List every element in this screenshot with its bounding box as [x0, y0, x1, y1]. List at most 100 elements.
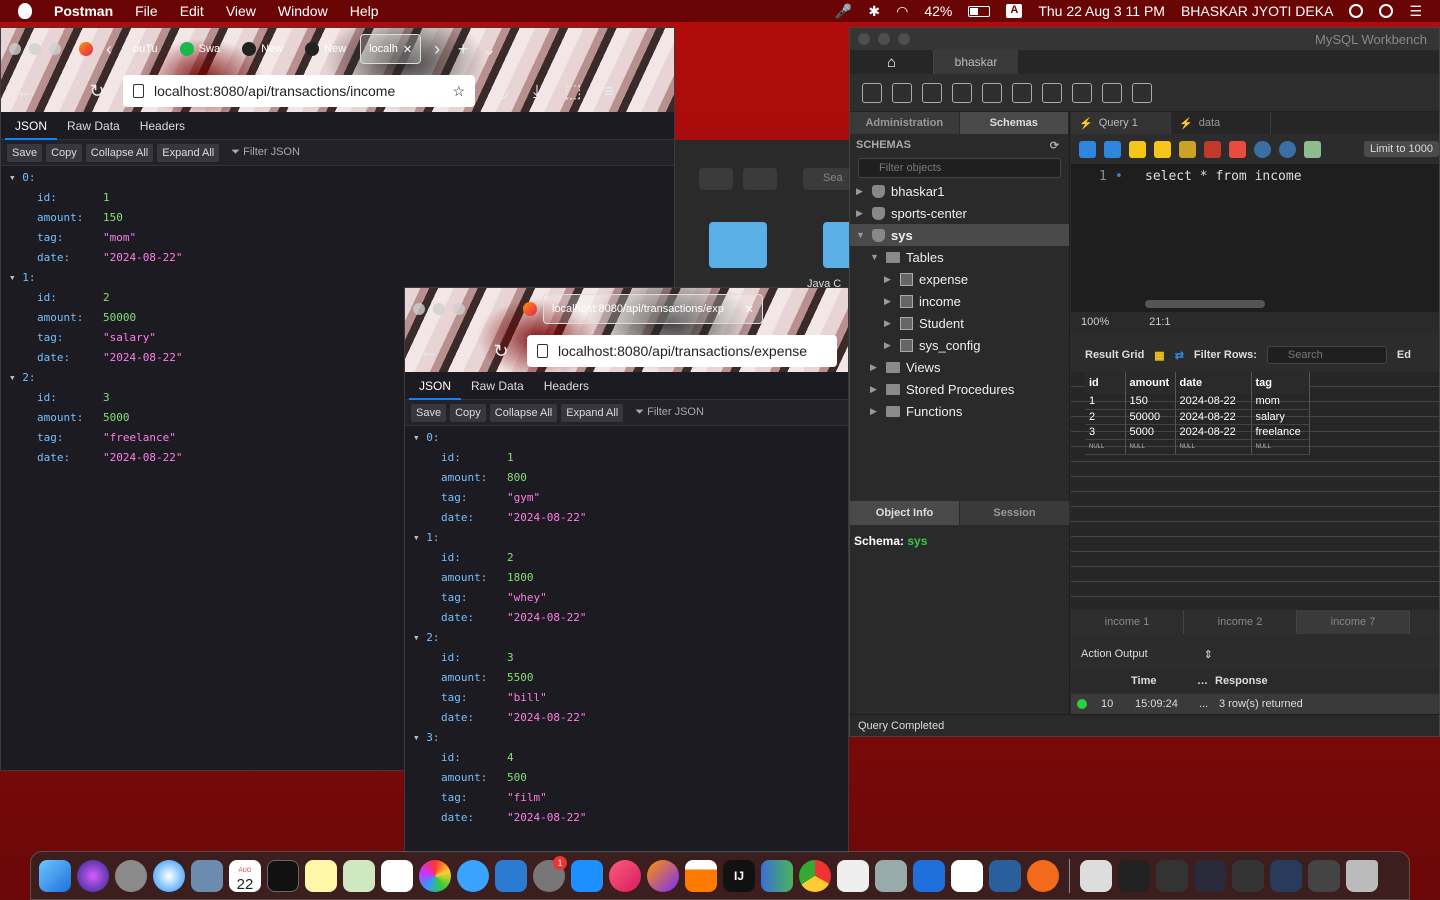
tab-localhost[interactable]: localh ✕: [360, 34, 422, 64]
collapse-all-button[interactable]: Collapse All: [85, 143, 154, 162]
tab-object-info[interactable]: Object Info: [850, 501, 960, 525]
grid-cell[interactable]: 50000: [1125, 409, 1176, 425]
filter-json-input[interactable]: ⏷ Filter JSON: [231, 146, 300, 159]
keynote-icon[interactable]: [495, 859, 527, 892]
grid-cell[interactable]: 3: [1085, 424, 1126, 440]
mysql-workbench-icon[interactable]: [989, 859, 1021, 892]
json-array-index[interactable]: 0:: [405, 428, 848, 448]
music-icon[interactable]: [609, 859, 641, 892]
finder-icon[interactable]: [39, 859, 71, 892]
control-center-icon[interactable]: ☰: [1409, 3, 1422, 20]
calendar-icon[interactable]: AUG 22: [229, 859, 261, 892]
tab-session[interactable]: Session: [960, 501, 1070, 525]
tab-administration[interactable]: Administration: [850, 112, 960, 134]
tab-localhost-expense[interactable]: localhost:8080/api/transactions/exp ✕: [543, 294, 763, 324]
grid-cell[interactable]: mom: [1251, 394, 1310, 410]
action-output-row[interactable]: 10 15:09:24 ... 3 row(s) returned: [1071, 694, 1439, 714]
disclosure-closed-icon[interactable]: ▶: [870, 406, 880, 417]
tab-github-1[interactable]: New: [234, 34, 291, 64]
expand-all-button[interactable]: Expand All: [157, 143, 220, 162]
tab-headers[interactable]: Headers: [534, 372, 599, 400]
disclosure-closed-icon[interactable]: ▶: [884, 340, 894, 351]
grid-cell[interactable]: 150: [1125, 394, 1176, 410]
preview-icon[interactable]: [191, 859, 223, 892]
disclosure-open-icon[interactable]: ▼: [856, 230, 866, 240]
refresh-results-icon[interactable]: ⇄: [1175, 349, 1184, 362]
json-array-index[interactable]: 1:: [1, 268, 674, 288]
tab-list-icon[interactable]: ⌄: [479, 39, 499, 60]
disclosure-closed-icon[interactable]: ▶: [884, 274, 894, 285]
tab-data[interactable]: ⚡ data: [1171, 112, 1271, 134]
grid-cell[interactable]: 2024-08-22: [1175, 424, 1252, 440]
open-file-icon[interactable]: [1079, 140, 1096, 158]
grid-cell[interactable]: 5000: [1125, 424, 1176, 440]
bookmark-star-icon[interactable]: ☆: [452, 83, 465, 100]
forward-icon[interactable]: →: [455, 341, 475, 362]
minimize-button[interactable]: [433, 303, 445, 315]
reminders-icon[interactable]: [381, 859, 413, 892]
close-button[interactable]: [858, 33, 870, 45]
tree-node-expense[interactable]: ▶ expense: [850, 268, 1069, 290]
filter-objects-input[interactable]: Filter objects: [858, 158, 1061, 178]
create-procedure-icon[interactable]: [1042, 82, 1062, 103]
photos-icon[interactable]: [419, 859, 451, 892]
user-menu[interactable]: BHASKAR JYOTI DEKA: [1181, 3, 1333, 19]
battery-icon[interactable]: [968, 5, 991, 17]
firefox-icon[interactable]: [79, 42, 93, 56]
search-table-data-icon[interactable]: [1102, 82, 1122, 103]
grid-cell[interactable]: 2: [1085, 409, 1126, 425]
create-function-icon[interactable]: [1072, 82, 1092, 103]
grid-row[interactable]: 2 50000 2024-08-22 salary: [1085, 409, 1310, 425]
explain-icon[interactable]: [1179, 140, 1196, 158]
edit-label[interactable]: Ed: [1397, 349, 1411, 361]
vlc-icon[interactable]: [685, 859, 717, 892]
share-button[interactable]: [699, 168, 733, 190]
disclosure-closed-icon[interactable]: ▶: [870, 384, 880, 395]
disclosure-closed-icon[interactable]: ▶: [884, 296, 894, 307]
close-button[interactable]: [9, 43, 21, 55]
save-button[interactable]: Save: [7, 143, 43, 162]
action-output-select[interactable]: Action Output ⇕: [1071, 642, 1439, 666]
tree-node-stored-procedures[interactable]: ▶ Stored Procedures: [850, 378, 1069, 400]
sql-editor[interactable]: 1 • select * from income: [1071, 164, 1439, 316]
minimized-window-icon[interactable]: [1232, 859, 1264, 892]
tab-income-2[interactable]: income 2: [1184, 610, 1297, 634]
grid-row[interactable]: 3 5000 2024-08-22 freelance: [1085, 424, 1310, 440]
disclosure-closed-icon[interactable]: ▶: [856, 186, 866, 197]
column-header-id[interactable]: id: [1085, 372, 1126, 394]
null-cell[interactable]: NULL: [1251, 439, 1310, 455]
filter-json-input[interactable]: ⏷ Filter JSON: [635, 406, 704, 419]
wifi-icon[interactable]: ◠: [896, 3, 908, 20]
tab-income-1[interactable]: income 1: [1071, 610, 1184, 634]
create-table-icon[interactable]: [982, 82, 1002, 103]
notes-icon[interactable]: [305, 859, 337, 892]
system-preferences-icon[interactable]: 1: [533, 855, 567, 892]
tab-headers[interactable]: Headers: [130, 112, 195, 140]
inspector-icon[interactable]: [922, 82, 942, 103]
numbers-icon[interactable]: [761, 859, 793, 892]
bluetooth-icon[interactable]: ✱: [868, 3, 880, 20]
toggle-error-icon[interactable]: [1229, 140, 1246, 158]
column-header-amount[interactable]: amount: [1125, 372, 1176, 394]
trash-icon[interactable]: [1346, 859, 1378, 892]
tree-node-functions[interactable]: ▶ Functions: [850, 400, 1069, 422]
save-button[interactable]: Save: [411, 403, 447, 422]
tree-node-student[interactable]: ▶ Student: [850, 312, 1069, 334]
null-cell[interactable]: NULL: [1175, 439, 1252, 455]
minimized-window-icon[interactable]: [1156, 859, 1188, 892]
tab-scroll-right-icon[interactable]: ›: [427, 39, 447, 60]
siri-icon[interactable]: [77, 859, 109, 892]
menu-window[interactable]: Window: [278, 3, 328, 19]
tree-node-sys-config[interactable]: ▶ sys_config: [850, 334, 1069, 356]
result-grid[interactable]: id amount date tag 1 150 2024-08-22 mom 2 50000 20…: [1071, 372, 1439, 610]
menu-edit[interactable]: Edit: [180, 3, 204, 19]
firefox-icon[interactable]: [523, 302, 537, 316]
firefox-icon[interactable]: [647, 859, 679, 892]
grid-cell[interactable]: 2024-08-22: [1175, 409, 1252, 425]
grid-cell[interactable]: 2024-08-22: [1175, 394, 1252, 410]
json-array-index[interactable]: 2:: [405, 628, 848, 648]
null-cell[interactable]: NULL: [1125, 439, 1176, 455]
tab-query-1[interactable]: ⚡ Query 1: [1071, 112, 1171, 134]
microphone-icon[interactable]: 🎤: [835, 3, 852, 20]
grid-cell[interactable]: salary: [1251, 409, 1310, 425]
